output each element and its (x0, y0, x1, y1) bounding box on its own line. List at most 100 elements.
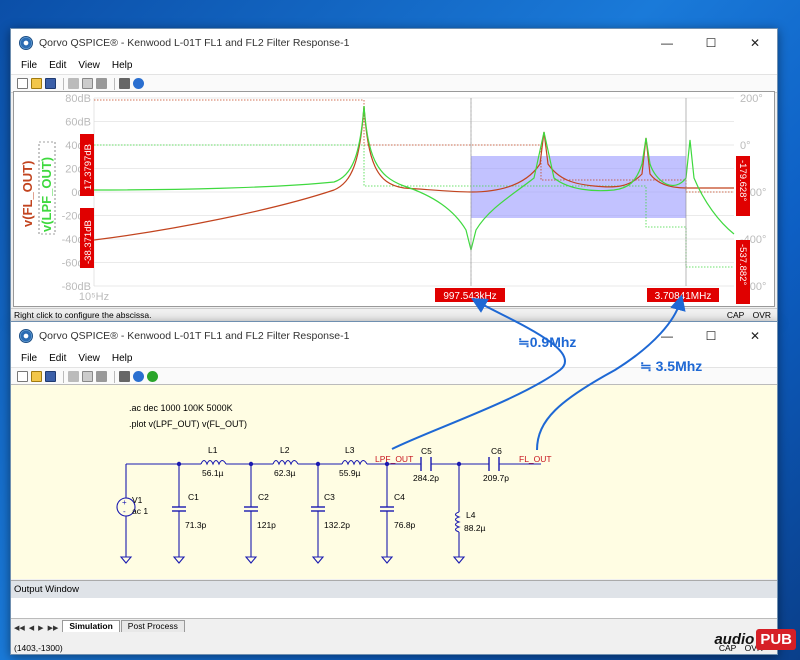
schematic-canvas[interactable]: .ac dec 1000 100K 5000K .plot v(LPF_OUT)… (11, 384, 777, 579)
logo-text-pub: PUB (756, 629, 796, 650)
menu-view[interactable]: View (72, 353, 106, 364)
capacitor-c1[interactable] (172, 506, 186, 512)
menu-view[interactable]: View (72, 60, 106, 71)
l2-value: 62.3µ (274, 468, 296, 478)
help-icon[interactable] (133, 78, 144, 89)
ground-icon (119, 556, 133, 564)
open-folder-icon[interactable] (31, 78, 42, 89)
inductor-l1[interactable] (200, 459, 227, 466)
waveform-window: Qorvo QSPICE® - Kenwood L-01T FL1 and FL… (10, 28, 778, 322)
schematic-svg[interactable]: .ac dec 1000 100K 5000K .plot v(LPF_OUT)… (11, 385, 777, 580)
new-file-icon[interactable] (17, 78, 28, 89)
maximize-button[interactable]: ☐ (689, 29, 733, 57)
title-bar[interactable]: Qorvo QSPICE® - Kenwood L-01T FL1 and FL… (11, 322, 777, 350)
run-simulation-icon[interactable] (147, 371, 158, 382)
capacitor-c3[interactable] (311, 506, 325, 512)
output-tabs: ◀◀ ◀ ▶ ▶▶ Simulation Post Process (11, 618, 777, 632)
y-tick-left: 60dB (65, 117, 91, 129)
capacitor-c5[interactable] (420, 457, 432, 471)
paste-icon[interactable] (96, 78, 107, 89)
copy-icon[interactable] (82, 371, 93, 382)
cap-indicator: CAP (726, 310, 745, 320)
title-bar[interactable]: Qorvo QSPICE® - Kenwood L-01T FL1 and FL… (11, 29, 777, 57)
print-icon[interactable] (119, 78, 130, 89)
c1-name: C1 (188, 492, 199, 502)
minimize-button[interactable]: — (645, 29, 689, 57)
ovr-indicator: OVR (752, 310, 771, 320)
v1-name: V1 (132, 495, 143, 505)
plot-svg[interactable]: 80dB 60dB 40dB 20dB 0dB -20dB -40dB -60d… (14, 92, 776, 308)
paste-icon[interactable] (96, 371, 107, 382)
help-icon[interactable] (133, 371, 144, 382)
cursor-x1-readout-text: 997.543kHz (443, 291, 496, 302)
tab-simulation[interactable]: Simulation (62, 620, 120, 632)
capacitor-c2[interactable] (244, 506, 258, 512)
status-bar: Right click to configure the abscissa. C… (11, 308, 777, 321)
directive-plot[interactable]: .plot v(LPF_OUT) v(FL_OUT) (129, 419, 247, 429)
l4-name: L4 (466, 510, 476, 520)
spice-directives: .ac dec 1000 100K 5000K .plot v(LPF_OUT)… (129, 403, 247, 429)
cursor-x2-readout-text: 3.70841MHz (655, 291, 712, 302)
inductor-l2[interactable] (272, 459, 299, 466)
l3-value: 55.9µ (339, 468, 361, 478)
tab-prev-icon[interactable]: ◀ (29, 624, 34, 632)
menu-help[interactable]: Help (106, 60, 139, 71)
l4-value: 88.2µ (464, 523, 486, 533)
toolbar-separator (114, 77, 115, 90)
open-folder-icon[interactable] (31, 371, 42, 382)
inductor-l4[interactable] (454, 511, 461, 533)
directive-ac[interactable]: .ac dec 1000 100K 5000K (129, 403, 233, 413)
print-icon[interactable] (119, 371, 130, 382)
svg-text:+: + (122, 498, 127, 507)
capacitor-c4[interactable] (380, 506, 394, 512)
trace-label-fl-out[interactable]: v(FL_OUT) (20, 161, 35, 227)
menu-help[interactable]: Help (106, 353, 139, 364)
qspice-icon (19, 36, 33, 50)
menu-file[interactable]: File (15, 60, 43, 71)
junction-dot (176, 461, 182, 467)
audiopub-logo: audio PUB (714, 629, 796, 650)
qspice-icon (19, 329, 33, 343)
c3-value: 132.2p (324, 520, 350, 530)
toolbar-separator (63, 370, 64, 383)
tab-first-icon[interactable]: ◀◀ (14, 624, 25, 632)
capacitor-c6[interactable] (488, 457, 500, 471)
annotation-freq-1: ≒0.9Mhz (518, 334, 577, 350)
save-icon[interactable] (45, 371, 56, 382)
junction-dot (456, 461, 462, 467)
c5-value: 284.2p (413, 473, 439, 483)
cursor-readout-left-1-text: 17.3797dB (83, 144, 94, 190)
inductor-l3[interactable] (341, 459, 368, 466)
new-file-icon[interactable] (17, 371, 28, 382)
net-label-fl-out[interactable]: FL_OUT (519, 454, 552, 464)
annotation-freq-2: ≒ 3.5Mhz (640, 358, 703, 374)
net-label-lpf-out[interactable]: LPF_OUT (375, 454, 413, 464)
menu-file[interactable]: File (15, 353, 43, 364)
output-window-body (11, 598, 777, 618)
tab-next-icon[interactable]: ▶ (38, 624, 43, 632)
menu-edit[interactable]: Edit (43, 60, 72, 71)
cursor-selection-region[interactable] (471, 156, 686, 218)
close-button[interactable]: ✕ (733, 322, 777, 350)
menu-edit[interactable]: Edit (43, 353, 72, 364)
x-tick-start: 10⁵Hz (79, 291, 109, 303)
output-window-header[interactable]: Output Window (11, 580, 777, 598)
waveform-plot[interactable]: 80dB 60dB 40dB 20dB 0dB -20dB -40dB -60d… (13, 91, 775, 307)
tab-post-process[interactable]: Post Process (120, 620, 185, 632)
save-icon[interactable] (45, 78, 56, 89)
c5-name: C5 (421, 446, 432, 456)
c2-value: 121p (257, 520, 276, 530)
maximize-button[interactable]: ☐ (689, 322, 733, 350)
v1-value: ac 1 (132, 506, 148, 516)
cut-icon[interactable] (68, 78, 79, 89)
tab-last-icon[interactable]: ▶▶ (48, 624, 59, 632)
trace-label-lpf-out[interactable]: v(LPF_OUT) (39, 157, 54, 232)
cursor-readout-right-1-text: -179.628° (737, 160, 748, 202)
minimize-button[interactable]: — (645, 322, 689, 350)
c3-name: C3 (324, 492, 335, 502)
toolbar-separator (114, 370, 115, 383)
close-button[interactable]: ✕ (733, 29, 777, 57)
copy-icon[interactable] (82, 78, 93, 89)
cut-icon[interactable] (68, 371, 79, 382)
cursor-coordinates: (1403,-1300) (14, 643, 63, 653)
